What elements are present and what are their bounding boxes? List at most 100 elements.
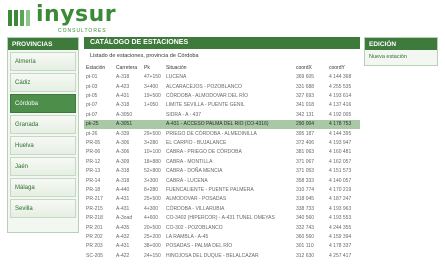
- table-cell: CO-302 - POZOBLANCO: [166, 224, 223, 231]
- table-cell: 381 063: [296, 149, 315, 156]
- logo-bars-icon: [8, 10, 30, 26]
- table-cell: PR-06: [86, 149, 101, 156]
- table-row[interactable]: PR-13 A-318 52+800 CABRA - DOÑA MENCIA 371 0…: [84, 167, 360, 176]
- table-cell: 4 255 535: [329, 83, 352, 90]
- column-header: coordX: [296, 65, 312, 71]
- table-cell: PR 202: [86, 233, 103, 240]
- table-cell: A-318: [116, 102, 130, 109]
- table-cell: 19+500: [144, 93, 161, 100]
- table-cell: 327 693: [296, 93, 315, 100]
- brand-name: inysur: [36, 2, 117, 27]
- table-cell: PR 201: [86, 224, 103, 231]
- table-cell: HINOJOSA DEL DUQUE - BELALCAZAR: [166, 252, 259, 259]
- sidebar-item-jaen[interactable]: Jaén: [10, 157, 76, 176]
- sidebar-item-granada[interactable]: Granada: [10, 115, 76, 134]
- table-cell: 338 733: [296, 205, 315, 212]
- table-row[interactable]: PR-215 A-431 4+300 CÓRDOBA - VILLARUBIA 338 …: [84, 204, 360, 213]
- table-cell: SC-205: [86, 252, 103, 259]
- table-row[interactable]: PR 201 A-435 20+500 CO-302 - POZOBLANCO 332 …: [84, 223, 360, 232]
- column-header: Estación: [86, 65, 106, 71]
- table-cell: 372 406: [296, 140, 315, 147]
- table-cell: EL CARPIO - BUJALANCE: [166, 140, 227, 147]
- table-cell: 47+150: [144, 74, 161, 81]
- sidebar-item-malaga[interactable]: Málaga: [10, 178, 76, 197]
- table-row[interactable]: PR-05 A-306 3+280 EL CARPIO - BUJALANCE 372 …: [84, 139, 360, 148]
- sidebar-item-almeria[interactable]: Almería: [10, 52, 76, 71]
- table-cell: 4 178 337: [329, 243, 352, 250]
- table-cell: A-318: [116, 168, 130, 175]
- table-cell: pt-03: [86, 83, 98, 90]
- table-cell: A-432: [116, 233, 130, 240]
- table-row[interactable]: pt-01 A-318 47+150 LUCENA 369 605 4 144 368: [84, 73, 360, 82]
- table-row[interactable]: pk-25 A-3051 A-431 - ACCESO PALMA DEL RIO …: [84, 119, 360, 130]
- table-cell: 360 560: [296, 233, 315, 240]
- main-panel: CATÁLOGO DE ESTACIONES Listado de estaci…: [84, 37, 360, 278]
- table-cell: 4 178 753: [327, 119, 360, 130]
- new-station-link[interactable]: Nueva estación: [365, 50, 437, 60]
- table-cell: 1+050: [144, 102, 159, 109]
- table-cell: PRIEGO DE CÓRDOBA - ALMEDINILLA: [166, 130, 257, 137]
- table-cell: A-422: [116, 252, 130, 259]
- table-header-row: Estación Carretera Pk Situación coordX coordY: [84, 63, 360, 73]
- table-cell: 301 110: [296, 243, 314, 250]
- table-cell: 52+800: [144, 168, 161, 175]
- table-cell: 25+200: [144, 233, 161, 240]
- table-cell: 4 244 355: [329, 224, 352, 231]
- table-cell: 4 193 947: [329, 140, 352, 147]
- column-header: coordY: [329, 65, 345, 71]
- table-row[interactable]: pt-05 A-431 19+500 CÓRDOBA - ALMODOVAR DEL …: [84, 92, 360, 101]
- table-row[interactable]: SC-205 A-422 24+150 HINOJOSA DEL DUQUE - BE…: [84, 251, 360, 260]
- table-cell: 3+400: [144, 83, 159, 90]
- table-cell: 369 605: [296, 74, 315, 81]
- table-cell: PR-18: [86, 186, 101, 193]
- table-cell: A-306: [116, 140, 130, 147]
- table-cell: PR-05: [86, 140, 101, 147]
- table-cell: 38+000: [144, 243, 161, 250]
- table-row[interactable]: PR-06 A-306 10+100 CABRA - PRIEGO DE CÓRDOB…: [84, 148, 360, 157]
- table-cell: 4 151 573: [329, 168, 352, 175]
- sidebar-item-sevilla[interactable]: Sevilla: [10, 199, 76, 218]
- table-cell: CABRA - LUCENA: [166, 177, 208, 184]
- table-row[interactable]: PR-217 A-431 25+500 ALMODOVAR - POSADAS 318 …: [84, 195, 360, 204]
- table-cell: A-318: [116, 177, 130, 184]
- table-cell: CABRA - PRIEGO DE CÓRDOBA: [166, 149, 242, 156]
- table-cell: 4 193 963: [329, 205, 352, 212]
- sidebar-item-cadiz[interactable]: Cádiz: [10, 73, 76, 92]
- table-row[interactable]: pt-03 A-423 3+400 ALCARACEJOS - POZOBLANCO 3…: [84, 82, 360, 91]
- table-cell: 4 193 553: [329, 215, 352, 222]
- table-cell: [142, 111, 164, 120]
- table-cell: pk-25: [84, 119, 114, 130]
- table-cell: ALCARACEJOS - POZOBLANCO: [166, 83, 242, 90]
- table-row[interactable]: pt-07 A-318 1+050 LIMITE SEVILLA - PUENTE G…: [84, 101, 360, 110]
- table-row[interactable]: PR-18 A-440 8+280 FUENCALIENTE - PUENTE PAL…: [84, 186, 360, 195]
- table-row[interactable]: PR-14 A-318 3+300 CABRA - LUCENA 358 333 4 14…: [84, 176, 360, 185]
- table-cell: 4 192 005: [329, 111, 352, 118]
- table-row[interactable]: PR-12 A-309 18+880 CABRA - MONTILLA 371 067 4…: [84, 158, 360, 167]
- table-cell: 10+100: [144, 149, 161, 156]
- table-row[interactable]: PR 202 A-432 25+200 LA RAMBLA - A-45 360 560…: [84, 233, 360, 242]
- sidebar-header: PROVINCIAS: [8, 38, 78, 50]
- table-cell: PR-217: [86, 196, 103, 203]
- table-cell: pt-01: [86, 74, 98, 81]
- table-cell: 310 774: [296, 186, 315, 193]
- table-cell: 4 144 395: [329, 130, 352, 137]
- table-cell: 4 160 481: [329, 149, 352, 156]
- table-cell: CO-3402 (HIPERCOR) - A-431 TUNEL OMEYAS: [166, 215, 275, 222]
- sidebar-item-huelva[interactable]: Huelva: [10, 136, 76, 155]
- table-row[interactable]: pt-07 A-3050 SIDRA - A - 437 342 131 4 192 0…: [84, 111, 360, 120]
- table-row[interactable]: PR 203 A-431 38+000 POSADAS - PALMA DEL RÍO…: [84, 242, 360, 251]
- column-header: Pk: [144, 65, 150, 71]
- table-row[interactable]: pt-26 A-339 29+500 PRIEGO DE CÓRDOBA - ALME…: [84, 129, 360, 138]
- table-cell: 3+300: [144, 177, 159, 184]
- table-cell: 371 067: [296, 158, 315, 165]
- table-cell: 4 162 057: [329, 158, 352, 165]
- table-row[interactable]: PR-218 A-3oad 4+600 CO-3402 (HIPERCOR) - A-…: [84, 214, 360, 223]
- table-cell: A-440: [116, 186, 130, 193]
- table-cell: CÓRDOBA - VILLARUBIA: [166, 205, 225, 212]
- table-cell: 3+280: [144, 140, 159, 147]
- brand-logo: inysur CONSULTORES: [6, 2, 126, 34]
- table-cell: POSADAS - PALMA DEL RÍO: [166, 243, 233, 250]
- table-cell: PR-13: [86, 168, 101, 175]
- table-cell: 4 170 219: [329, 186, 352, 193]
- sidebar-item-cordoba[interactable]: Córdoba: [10, 94, 76, 113]
